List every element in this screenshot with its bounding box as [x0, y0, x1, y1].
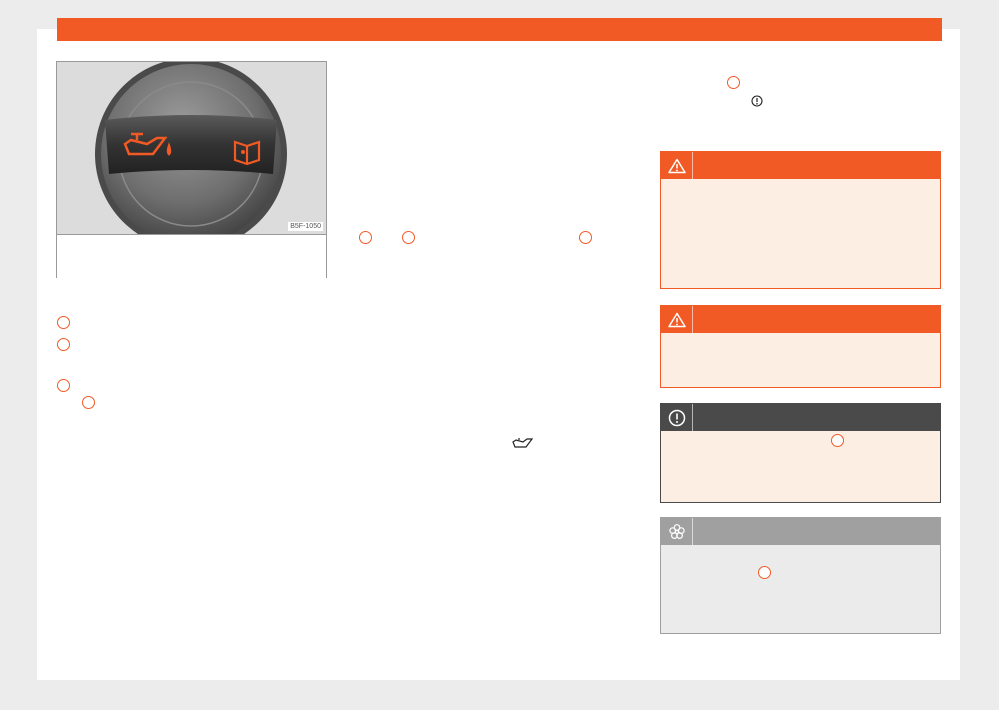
figure-caption	[57, 234, 326, 278]
warning-box	[660, 305, 941, 388]
figure: B5F-1050	[56, 61, 327, 278]
environment-box	[660, 517, 941, 634]
callout-marker	[57, 338, 70, 351]
callout-marker	[758, 566, 771, 579]
warning-box	[660, 151, 941, 289]
callout-marker	[57, 316, 70, 329]
callout-marker	[359, 231, 372, 244]
oil-can-icon	[512, 438, 534, 448]
callout-marker	[57, 379, 70, 392]
environment-header	[661, 518, 940, 545]
oil-filler-cap-image	[57, 62, 326, 234]
exclamation-circle-icon	[751, 95, 763, 107]
warning-header	[661, 306, 940, 333]
figure-code: B5F-1050	[288, 222, 323, 231]
oil-cap-drawing	[57, 62, 326, 234]
callout-marker	[402, 231, 415, 244]
exclamation-circle-icon	[661, 404, 692, 431]
flower-icon	[661, 518, 692, 545]
warning-header	[661, 152, 940, 179]
callout-marker	[579, 231, 592, 244]
note-header	[661, 404, 940, 431]
callout-marker	[727, 76, 740, 89]
warning-triangle-icon	[661, 306, 692, 333]
callout-marker	[82, 396, 95, 409]
callout-marker	[831, 434, 844, 447]
note-box	[660, 403, 941, 503]
header-bar	[57, 18, 942, 41]
warning-triangle-icon	[661, 152, 692, 179]
